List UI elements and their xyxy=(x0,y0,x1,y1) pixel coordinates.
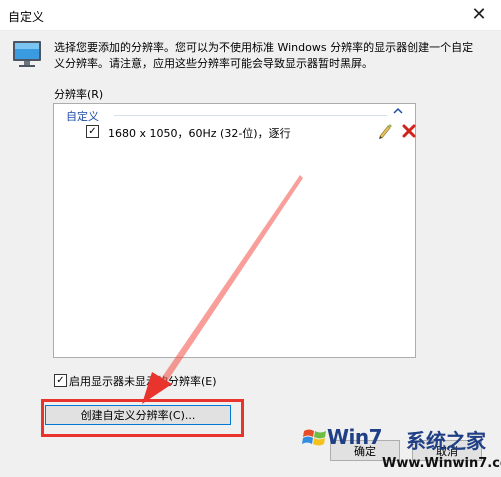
chevron-up-icon[interactable] xyxy=(391,107,405,121)
ok-button[interactable]: 确定 xyxy=(330,440,400,461)
monitor-icon xyxy=(13,41,41,67)
enable-unsupported-checkbox[interactable]: ✓ xyxy=(54,374,67,387)
close-button[interactable]: ✕ xyxy=(457,0,501,30)
resolution-label: 分辨率(R) xyxy=(54,88,104,101)
resolution-list[interactable]: 自定义 ✓ 1680 x 1050，60Hz (32-位)，逐行 xyxy=(53,103,416,358)
group-divider xyxy=(114,115,387,116)
item-checkbox[interactable]: ✓ xyxy=(86,125,99,138)
item-label: 1680 x 1050，60Hz (32-位)，逐行 xyxy=(108,127,291,140)
custom-resolution-dialog: 自定义 ✕ 选择您要添加的分辨率。您可以为不使用标准 Windows 分辨率的显… xyxy=(0,0,501,477)
resolution-item[interactable]: ✓ 1680 x 1050，60Hz (32-位)，逐行 xyxy=(86,123,416,141)
title-bar: 自定义 ✕ xyxy=(0,0,501,31)
description-text: 选择您要添加的分辨率。您可以为不使用标准 Windows 分辨率的显示器创建一个… xyxy=(54,41,474,70)
group-header-custom[interactable]: 自定义 xyxy=(60,107,407,123)
window-title: 自定义 xyxy=(8,10,45,24)
edit-pencil-icon[interactable] xyxy=(378,123,392,139)
create-custom-resolution-button[interactable]: 创建自定义分辨率(C)... xyxy=(45,405,231,425)
cancel-button[interactable]: 取消 xyxy=(412,440,482,461)
enable-unsupported-label: 启用显示器未显示的分辨率(E) xyxy=(69,375,217,388)
delete-x-icon[interactable] xyxy=(402,124,416,138)
group-label: 自定义 xyxy=(66,110,99,123)
